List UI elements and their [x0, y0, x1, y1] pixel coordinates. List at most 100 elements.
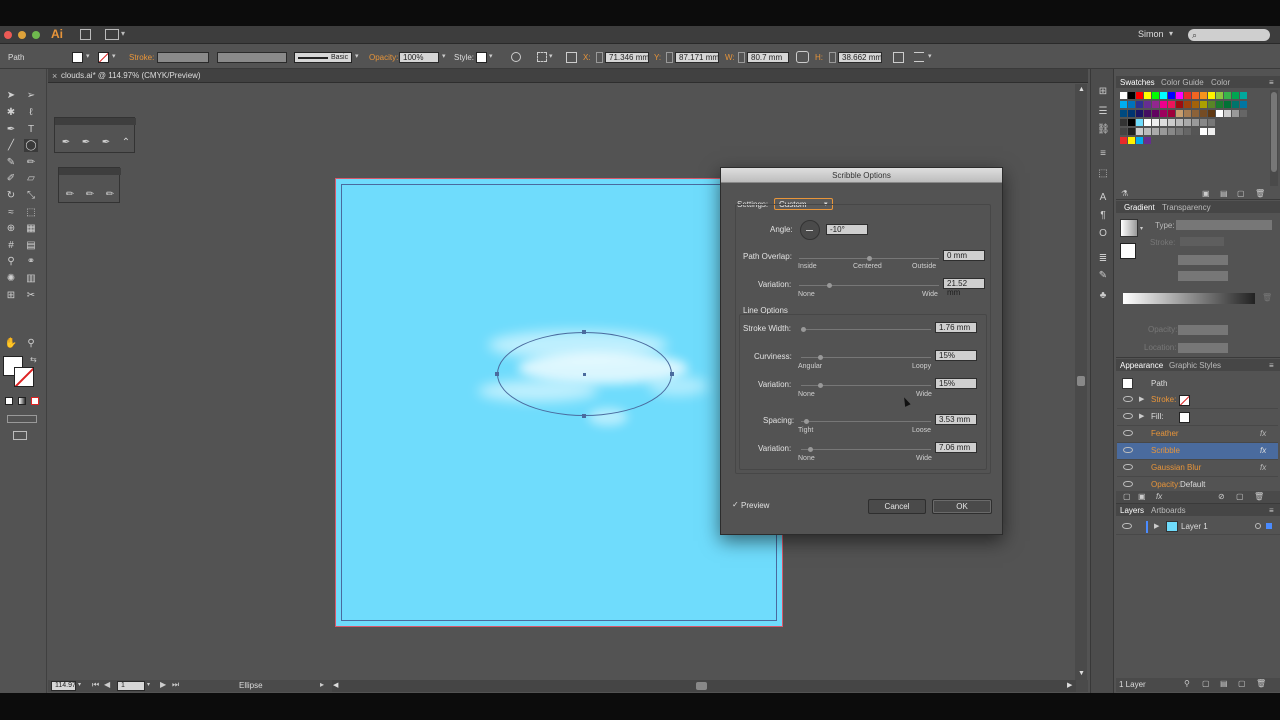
- slice-tool-icon[interactable]: ✂: [24, 289, 38, 302]
- swatch[interactable]: [1208, 110, 1215, 117]
- appearance-fill-swatch[interactable]: [1179, 412, 1190, 423]
- tab-artboards[interactable]: Artboards: [1151, 506, 1186, 516]
- swatch[interactable]: [1208, 128, 1215, 135]
- width-tool-icon[interactable]: ≈: [4, 206, 18, 219]
- variable-width-profile[interactable]: [217, 52, 287, 63]
- gaussian-blur-visibility-eye-icon[interactable]: [1123, 464, 1133, 470]
- artboard-number-field[interactable]: 1: [117, 681, 145, 691]
- layer-visibility-eye-icon[interactable]: [1122, 523, 1132, 529]
- swatch[interactable]: [1200, 92, 1207, 99]
- swatch[interactable]: [1128, 101, 1135, 108]
- minimize-window-button[interactable]: [18, 31, 26, 39]
- previous-artboard-icon[interactable]: ◀: [104, 680, 110, 689]
- swatch[interactable]: [1144, 128, 1151, 135]
- opentype-panel-icon[interactable]: O: [1097, 229, 1109, 239]
- stroke-expand-arrow-icon[interactable]: ▶: [1139, 395, 1144, 403]
- add-new-fill-icon[interactable]: ▣: [1138, 492, 1146, 501]
- swatch[interactable]: [1224, 92, 1231, 99]
- swatch[interactable]: [1120, 119, 1127, 126]
- scroll-up-icon[interactable]: ▲: [1078, 86, 1085, 93]
- recolor-artwork-icon[interactable]: [511, 52, 521, 62]
- y-field[interactable]: 87.171 mm: [675, 52, 719, 63]
- pen-tool-icon[interactable]: ✒: [4, 123, 18, 136]
- swatch[interactable]: [1200, 119, 1207, 126]
- appearance-fill-label[interactable]: Fill:: [1151, 412, 1163, 422]
- last-artboard-icon[interactable]: ⏭: [172, 680, 179, 690]
- swatch[interactable]: [1192, 128, 1199, 135]
- fill-swatch[interactable]: [72, 52, 83, 63]
- h-stepper-icon[interactable]: [829, 52, 836, 63]
- gradient-aspect-field[interactable]: [1178, 271, 1228, 281]
- scribble-fx-icon[interactable]: fx: [1260, 446, 1266, 456]
- h-field[interactable]: 38.662 mm: [838, 52, 882, 63]
- preview-checkbox[interactable]: ✓: [732, 501, 740, 509]
- stroke-visibility-eye-icon[interactable]: [1123, 396, 1133, 402]
- anchor-bottom[interactable]: [582, 414, 586, 418]
- x-field[interactable]: 71.346 mm: [605, 52, 649, 63]
- dialog-title-bar[interactable]: Scribble Options: [721, 168, 1002, 183]
- preview-label[interactable]: Preview: [741, 501, 769, 511]
- align-chevron-icon[interactable]: ▾: [549, 52, 553, 60]
- variation3-field[interactable]: 7.06 mm: [935, 442, 977, 453]
- variation2-field[interactable]: 15%: [935, 378, 977, 389]
- curviness-slider[interactable]: [801, 355, 931, 360]
- swatch[interactable]: [1192, 119, 1199, 126]
- perspective-grid-tool-icon[interactable]: ▦: [24, 222, 38, 235]
- scroll-right-icon[interactable]: ▶: [1067, 681, 1072, 689]
- links-panel-icon[interactable]: ⛓: [1097, 125, 1110, 135]
- lasso-tool-icon[interactable]: ℓ: [24, 106, 38, 119]
- swatch[interactable]: [1144, 119, 1151, 126]
- swatch[interactable]: [1232, 92, 1239, 99]
- arrange-chevron-icon[interactable]: ▾: [121, 29, 125, 38]
- swatch[interactable]: [1224, 101, 1231, 108]
- swatch[interactable]: [1144, 92, 1151, 99]
- eyedropper-tool-icon[interactable]: ⚲: [4, 255, 18, 268]
- layers-panel-icon[interactable]: ☰: [1097, 107, 1109, 117]
- paragraph-panel-icon[interactable]: ¶: [1097, 211, 1109, 221]
- swatch[interactable]: [1136, 128, 1143, 135]
- stroke-width-field[interactable]: 1.76 mm: [935, 322, 977, 333]
- locate-object-icon[interactable]: ⚲: [1184, 679, 1190, 688]
- bridge-icon[interactable]: [80, 29, 91, 40]
- paintbrush-tool-icon[interactable]: ✎: [4, 156, 18, 169]
- opacity-chevron-icon[interactable]: ▾: [442, 52, 446, 60]
- add-new-stroke-icon[interactable]: ▢: [1123, 492, 1131, 501]
- add-anchor-point-tool-icon[interactable]: ✒: [79, 136, 93, 149]
- fill-expand-arrow-icon[interactable]: ▶: [1139, 412, 1144, 420]
- anchor-right[interactable]: [670, 372, 674, 376]
- mesh-tool-icon[interactable]: #: [4, 239, 18, 252]
- spacing-slider-knob[interactable]: [804, 419, 809, 424]
- right-panels-scrollbar[interactable]: [1270, 90, 1278, 186]
- spacing-field[interactable]: 3.53 mm: [935, 414, 977, 425]
- gradient-location-field[interactable]: [1178, 343, 1228, 353]
- swatch[interactable]: [1176, 119, 1183, 126]
- feather-visibility-eye-icon[interactable]: [1123, 430, 1133, 436]
- swatch[interactable]: [1152, 128, 1159, 135]
- transform-panel-icon[interactable]: ⬚: [1097, 169, 1109, 179]
- appearance-effect-scribble[interactable]: Scribble fx: [1117, 443, 1278, 460]
- swatch[interactable]: [1200, 101, 1207, 108]
- appearance-effect-feather[interactable]: Feather fx: [1117, 426, 1278, 443]
- next-artboard-icon[interactable]: ▶: [160, 680, 166, 689]
- gradient-angle-field[interactable]: [1178, 255, 1228, 265]
- feather-fx-icon[interactable]: fx: [1260, 429, 1266, 439]
- add-new-effect-icon[interactable]: fx: [1156, 492, 1162, 501]
- align-panel-icon[interactable]: ≡: [1097, 149, 1109, 159]
- anchor-top[interactable]: [582, 330, 586, 334]
- anchor-center[interactable]: [583, 373, 586, 376]
- swatch[interactable]: [1240, 101, 1247, 108]
- anchor-left[interactable]: [495, 372, 499, 376]
- duplicate-item-icon[interactable]: ▢: [1236, 492, 1244, 501]
- smooth-tool-icon[interactable]: ✏: [83, 188, 97, 201]
- swatch[interactable]: [1224, 110, 1231, 117]
- tab-swatches[interactable]: Swatches: [1120, 78, 1155, 88]
- zoom-field[interactable]: 114.97: [51, 681, 76, 691]
- swatch[interactable]: [1152, 119, 1159, 126]
- symbol-sprayer-tool-icon[interactable]: ✺: [4, 272, 18, 285]
- symbols-panel-icon[interactable]: ♣: [1097, 291, 1109, 301]
- swatch[interactable]: [1176, 110, 1183, 117]
- line-tool-icon[interactable]: ╱: [4, 139, 18, 152]
- path-eraser-tool-icon[interactable]: ✏: [103, 188, 117, 201]
- gradient-mode-button[interactable]: [18, 397, 26, 405]
- opacity-field[interactable]: 100%: [399, 52, 439, 63]
